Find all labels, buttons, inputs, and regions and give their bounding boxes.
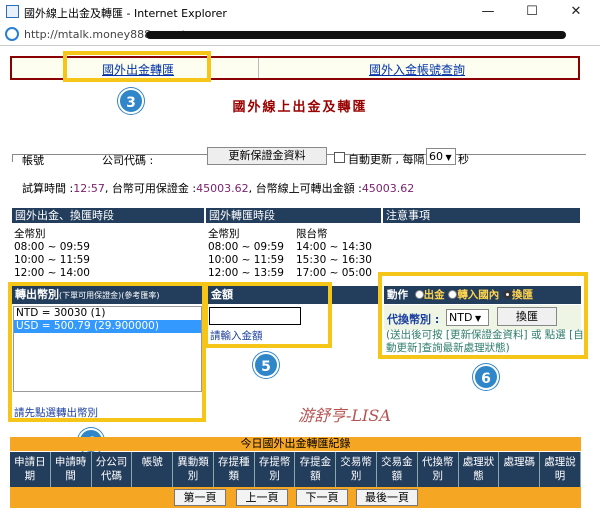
highlight-box-step5 (204, 282, 332, 348)
schedule-time: 14:00 ~ 14:30 (296, 241, 372, 253)
company-code-label: 公司代碼 : (102, 154, 154, 167)
records-column-header: 異動類別 (173, 452, 214, 487)
first-page-button[interactable]: 第一頁 (174, 489, 226, 506)
records-column-header: 存提金額 (295, 452, 337, 487)
schedule-header-transfer: 國外轉匯時段 (206, 208, 381, 223)
account-box-edge (12, 154, 13, 162)
refresh-interval-select[interactable]: 60 ▼ (426, 148, 456, 165)
schedule-time: 12:00 ~ 13:59 (208, 267, 284, 279)
schedule-time: 17:00 ~ 05:00 (296, 267, 372, 279)
redaction-bar (146, 31, 566, 39)
schedule-header-outbound: 國外出金、換匯時段 (12, 208, 204, 223)
schedule-time: 08:00 ~ 09:59 (14, 241, 90, 253)
schedule-time: 12:00 ~ 14:00 (14, 267, 90, 279)
close-button[interactable]: ✕ (554, 0, 598, 24)
margin-label: , 台幣可用保證金 : (104, 182, 197, 195)
refresh-interval-value: 60 (429, 150, 443, 163)
highlight-box-step4 (8, 282, 206, 422)
records-column-header: 處理狀態 (459, 452, 500, 487)
schedule-time: 10:00 ~ 11:59 (208, 254, 284, 266)
trial-time-value: 12:57 (73, 182, 105, 195)
records-column-header: 存提幣別 (255, 452, 296, 487)
trial-time-label: 試算時間 : (22, 182, 74, 195)
withdraw-label: , 台幣線上可轉出金額 : (248, 182, 362, 195)
schedule-col-transfer-twd: 限台幣 14:00 ~ 14:30 15:30 ~ 16:30 17:00 ~ … (296, 228, 372, 280)
highlight-box-step3 (63, 51, 211, 82)
records-column-header: 交易金額 (377, 452, 418, 487)
pager: 第一頁 上一頁 下一頁 最後一頁 (10, 487, 581, 508)
records-column-header: 分公司代碼 (92, 452, 133, 487)
auto-refresh-checkbox[interactable] (334, 152, 345, 163)
refresh-margin-button[interactable]: 更新保證金資料 (207, 147, 327, 165)
withdraw-value: 45003.62 (361, 182, 415, 195)
schedule-time: 15:30 ~ 16:30 (296, 254, 372, 266)
tab-inbound-account-query[interactable]: 國外入金帳號查詢 (369, 61, 465, 78)
step-6-badge: 6 (473, 364, 499, 390)
account-label: 帳號 (22, 154, 44, 167)
records-title: 今日國外出金轉匯紀錄 (10, 437, 581, 451)
seconds-label: 秒 (458, 153, 469, 166)
records-column-header: 代換幣別 (418, 452, 459, 487)
records-column-header: 存提種類 (214, 452, 255, 487)
schedule-col-outbound: 全幣別 08:00 ~ 09:59 10:00 ~ 11:59 12:00 ~ … (14, 228, 90, 280)
highlight-box-step6 (378, 272, 588, 359)
window-title: 國外線上出金及轉匯 - Internet Explorer (24, 7, 227, 20)
window-title-bar: 國外線上出金及轉匯 - Internet Explorer — ☐ ✕ (0, 0, 600, 24)
records-table-header: 申請日期 申請時間 分公司代碼 帳號 異動類別 存提種類 存提幣別 存提金額 交易幣別 交易金額代… (10, 452, 581, 487)
ie-logo-icon (5, 27, 19, 41)
trial-info-line: 試算時間 :12:57, 台幣可用保證金 :45003.62, 台幣線上可轉出金… (22, 180, 414, 196)
watermark: 游舒亨-LISA (298, 406, 391, 425)
tab-divider (258, 58, 259, 78)
records-column-header: 處理說明 (540, 452, 581, 487)
maximize-button[interactable]: ☐ (510, 0, 554, 24)
schedule-title: 限台幣 (296, 228, 328, 240)
schedule-col-transfer-all: 全幣別 08:00 ~ 09:59 10:00 ~ 11:59 12:00 ~ … (208, 228, 284, 280)
next-page-button[interactable]: 下一頁 (296, 489, 348, 506)
records-column-header: 交易幣別 (336, 452, 378, 487)
schedule-time: 08:00 ~ 09:59 (208, 241, 284, 253)
schedule-title: 全幣別 (14, 228, 46, 240)
prev-page-button[interactable]: 上一頁 (236, 489, 288, 506)
ie-page-icon (6, 5, 19, 18)
last-page-button[interactable]: 最後一頁 (356, 489, 418, 506)
schedule-header-notes: 注意事項 (383, 208, 580, 223)
auto-refresh-label: 自動更新 , 每隔 (348, 153, 425, 166)
records-column-header: 處理碼 (499, 452, 541, 487)
records-column-header: 申請時間 (51, 452, 92, 487)
schedule-time: 10:00 ~ 11:59 (14, 254, 90, 266)
step-5-badge: 5 (253, 352, 279, 378)
records-column-header: 申請日期 (10, 452, 51, 487)
address-bar[interactable]: http://mtalk.money888.com.tw (0, 24, 600, 46)
records-column-header: 帳號 (132, 452, 174, 487)
margin-value: 45003.62 (196, 182, 249, 195)
schedule-title: 全幣別 (208, 228, 240, 240)
minimize-button[interactable]: — (466, 0, 510, 24)
page-title: 國外線上出金及轉匯 (232, 100, 368, 115)
